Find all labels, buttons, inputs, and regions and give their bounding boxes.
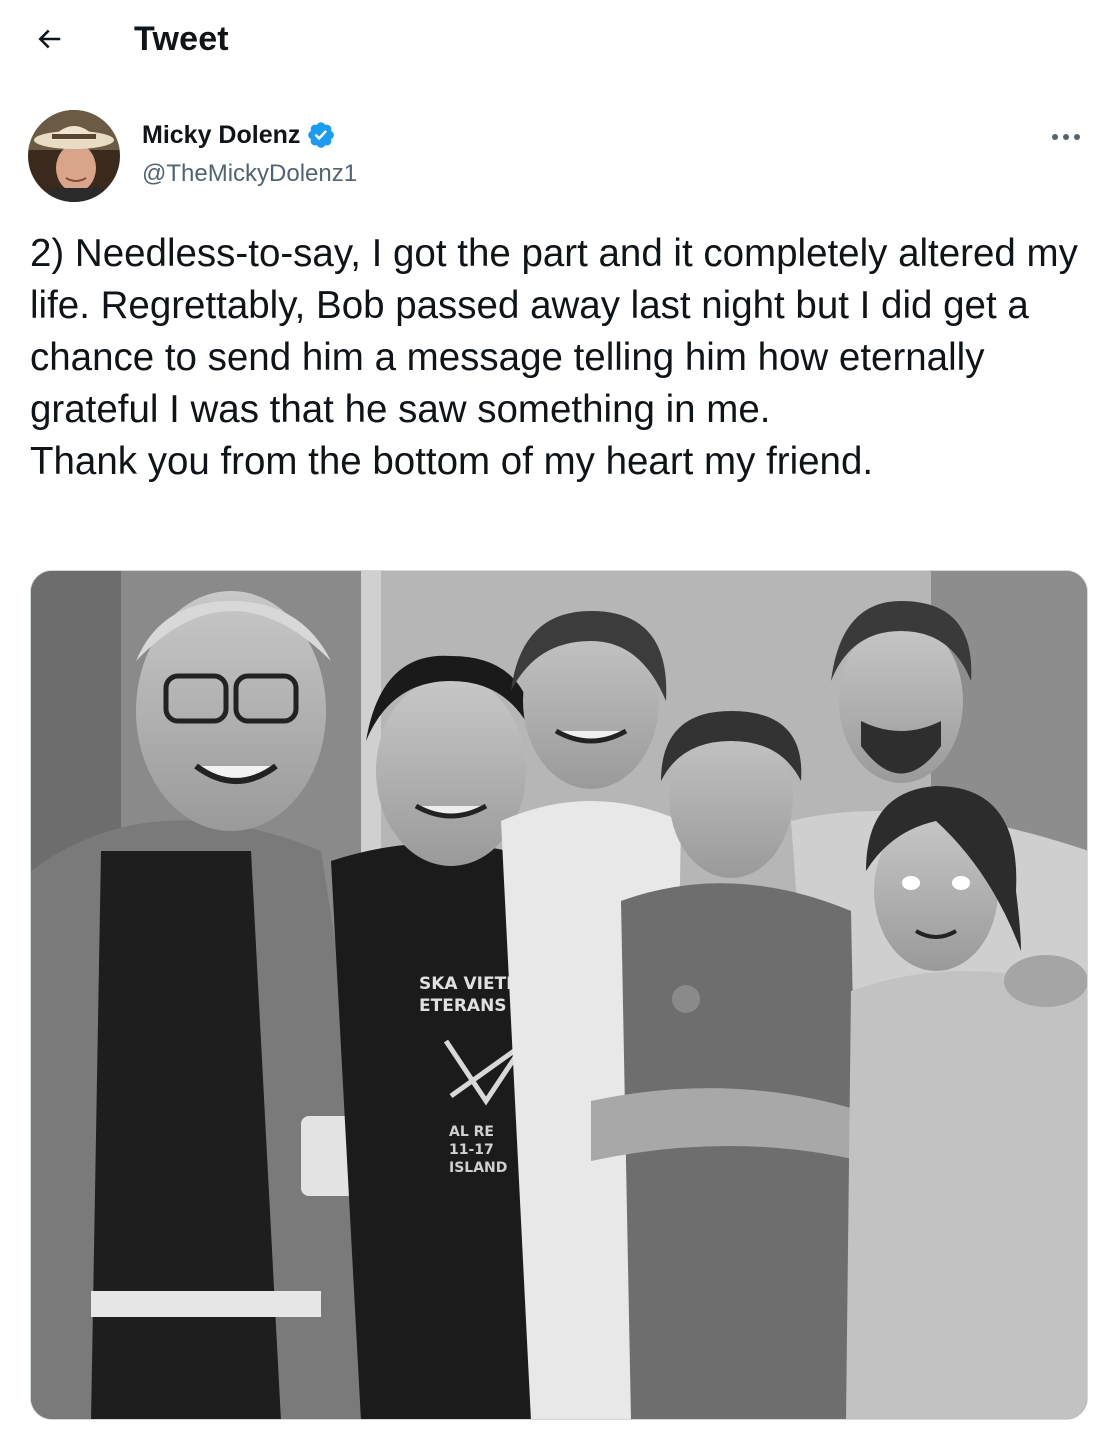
user-handle[interactable]: @TheMickyDolenz1 [142,160,357,188]
more-horizontal-icon [1051,128,1081,146]
tweet-text-paragraph-1: 2) Needless-to-say, I got the part and i… [30,232,1078,431]
avatar[interactable] [28,110,120,202]
shirt-text-3: AL RE [449,1124,494,1140]
tweet-photo[interactable]: SKA VIETNAM ETERANS AL RE 11-17 ISLAND [30,570,1088,1420]
tweet-author: Micky Dolenz @TheMickyDolenz1 [28,110,1088,202]
shirt-text-2: ETERANS [419,996,507,1016]
tweet-text: 2) Needless-to-say, I got the part and i… [30,228,1090,488]
verified-badge-icon [306,120,336,150]
shirt-text-4: 11-17 [449,1142,494,1158]
tweet-text-paragraph-2: Thank you from the bottom of my heart my… [30,440,874,483]
name-row: Micky Dolenz [142,120,336,150]
arrow-left-icon [34,24,64,59]
display-name[interactable]: Micky Dolenz [142,121,300,150]
more-options-button[interactable] [1046,122,1086,152]
top-bar: Tweet [0,0,1106,82]
shirt-text-5: ISLAND [449,1160,507,1176]
back-button[interactable] [26,18,72,64]
page-title: Tweet [134,20,229,58]
